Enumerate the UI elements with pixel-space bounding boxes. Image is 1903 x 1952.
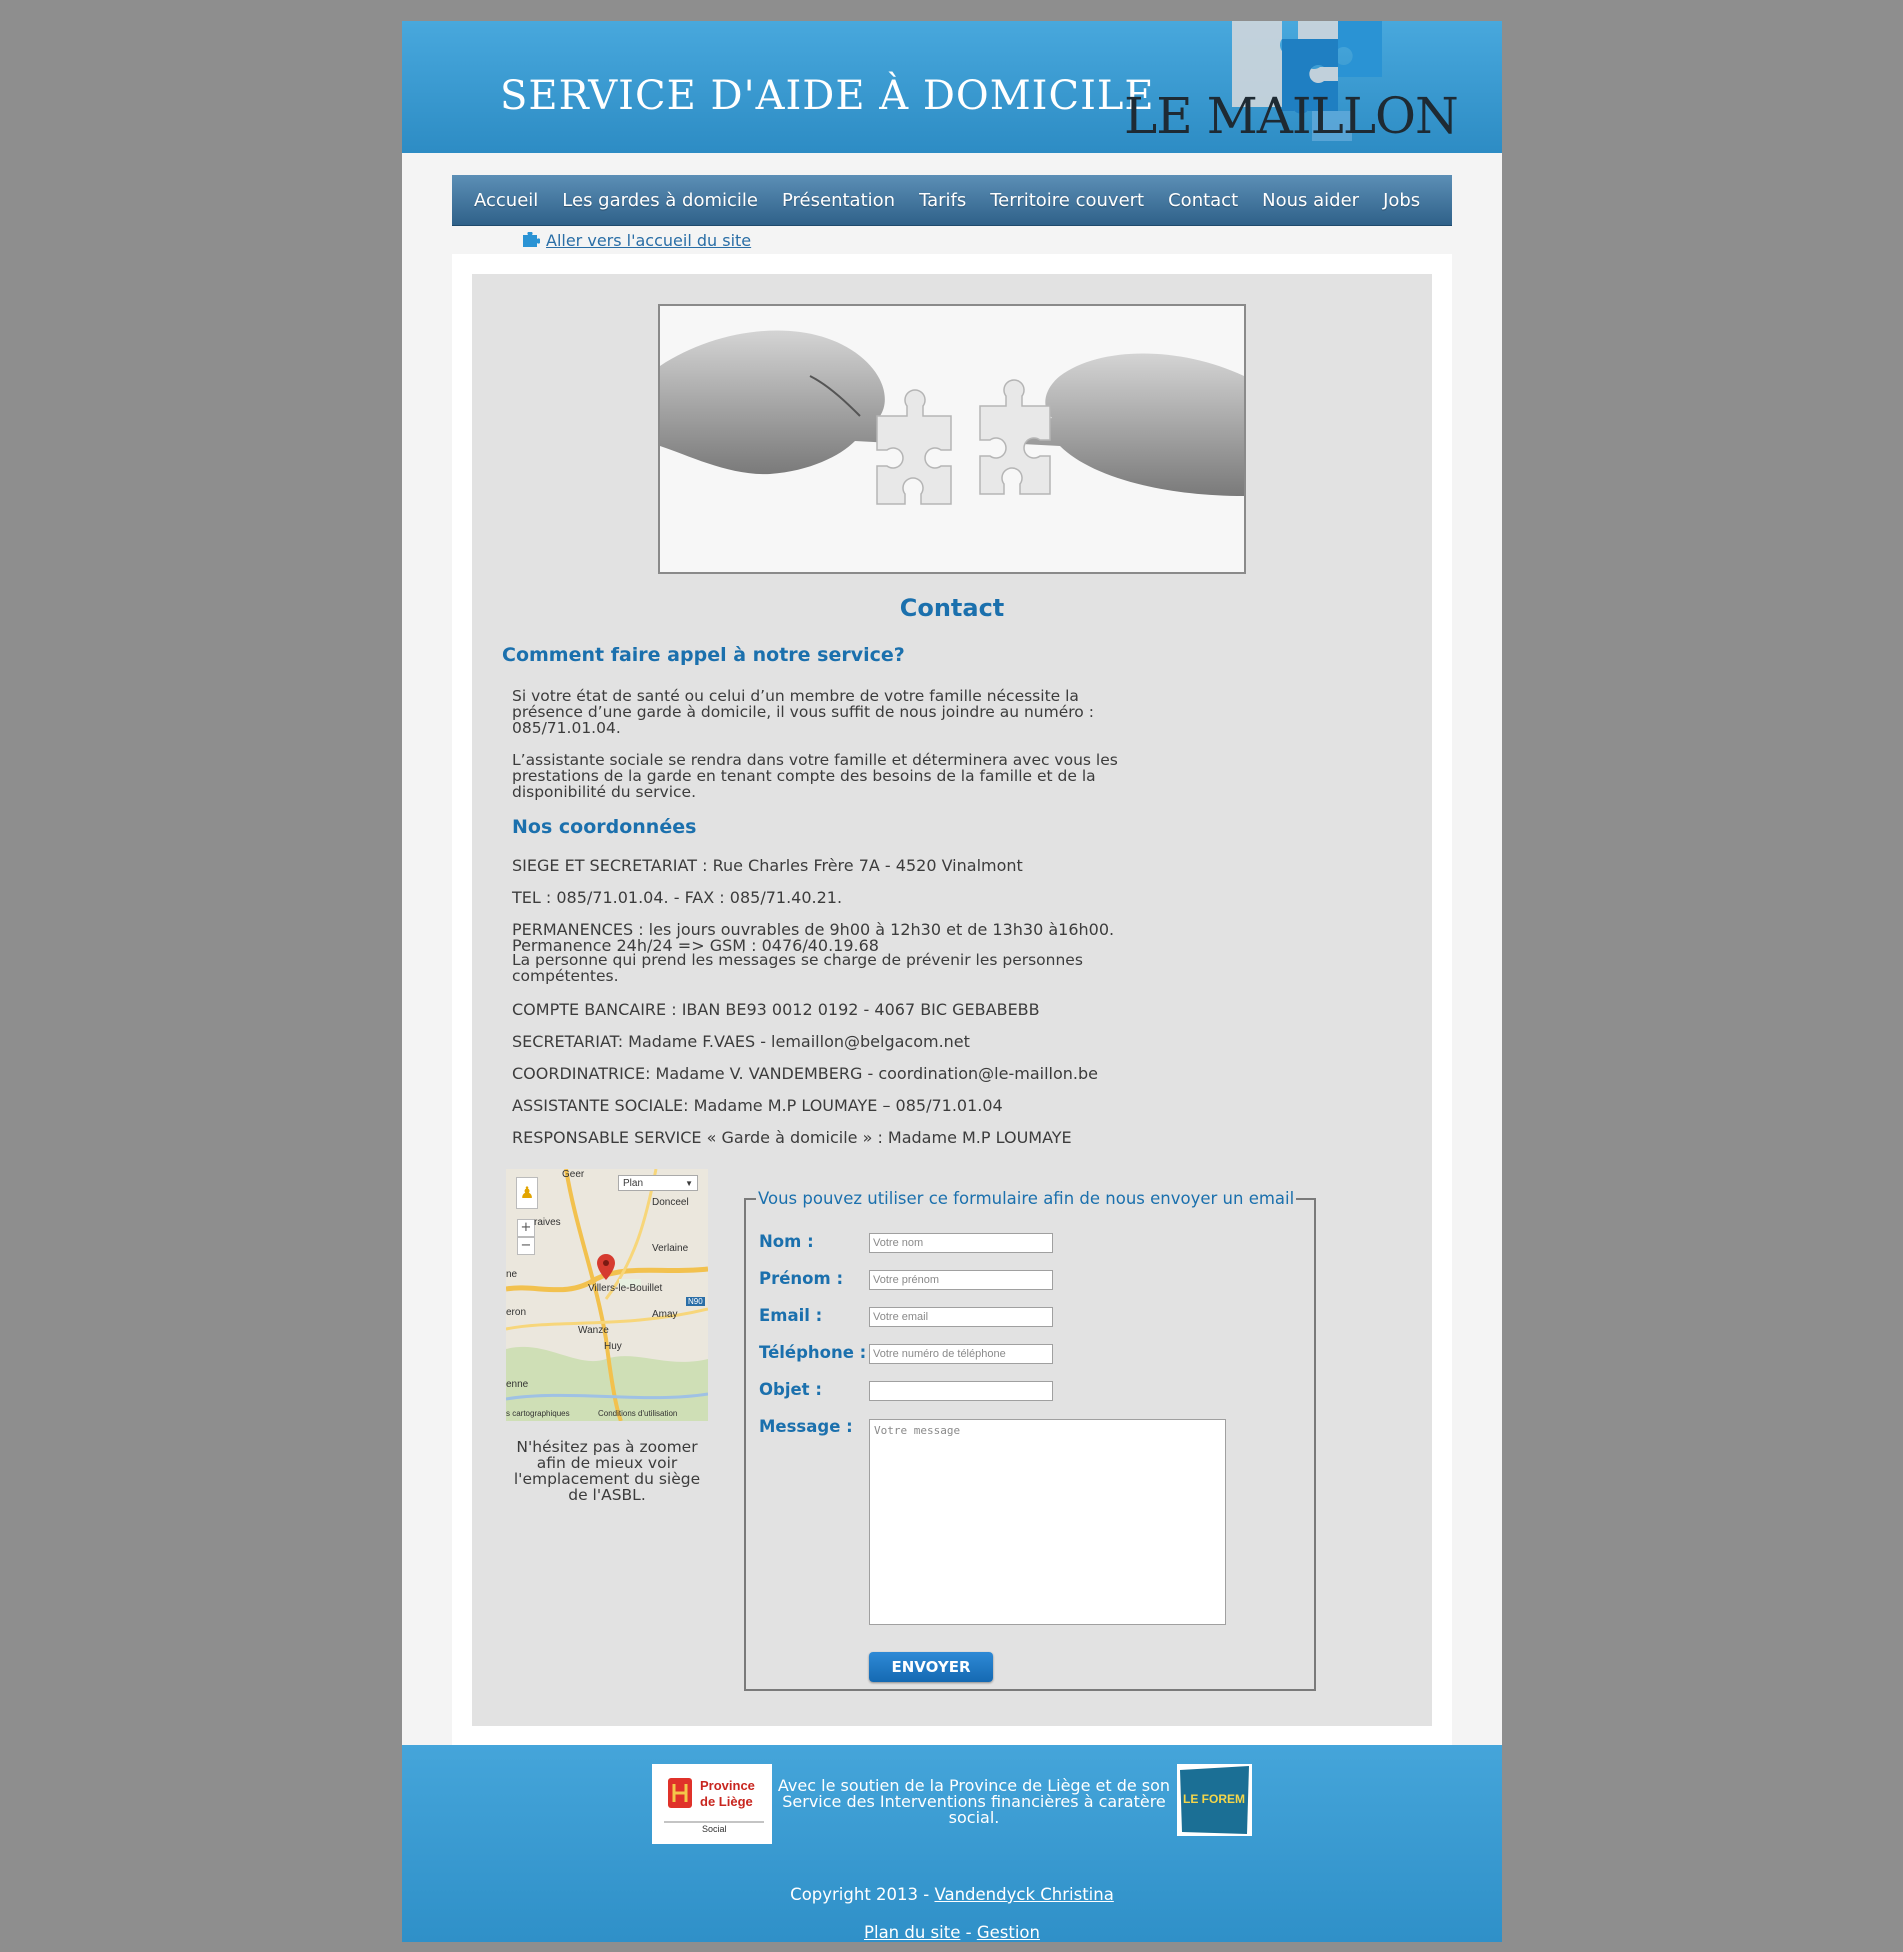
map-attribution: s cartographiques	[506, 1409, 570, 1418]
appeal-paragraph-1: Si votre état de santé ou celui d’un mem…	[512, 687, 1094, 737]
map-label: N90	[686, 1297, 705, 1306]
map-label: Amay	[652, 1309, 678, 1320]
telephone-label: Téléphone :	[759, 1343, 867, 1362]
zoom-in-button[interactable]: +	[517, 1219, 535, 1237]
logo-text: LE MAILLON	[1124, 87, 1459, 145]
copyright: Copyright 2013 - Vandendyck Christina	[402, 1885, 1502, 1904]
nom-label: Nom :	[759, 1232, 814, 1251]
province-logo-text-1: Province	[700, 1778, 755, 1793]
coordinatrice-line: COORDINATRICE: Madame V. VANDEMBERG - co…	[512, 1064, 1098, 1083]
site-title: SERVICE D'AIDE À DOMICILE	[500, 73, 1155, 119]
gestion-link[interactable]: Gestion	[977, 1923, 1040, 1942]
prenom-label: Prénom :	[759, 1269, 844, 1288]
send-button[interactable]: ENVOYER	[869, 1652, 993, 1682]
footer-separator: -	[960, 1923, 977, 1942]
map-label: Donceel	[652, 1197, 689, 1208]
appeal-paragraph-2: L’assistante sociale se rendra dans votr…	[512, 751, 1118, 801]
province-logo-text-3: Social	[702, 1824, 727, 1834]
location-map[interactable]: ♟ + − Plan ▼ Geer Donceel raives Verlain…	[506, 1169, 708, 1421]
map-label: Villers-le-Bouillet	[588, 1283, 663, 1294]
hands-puzzle-illustration	[660, 306, 1244, 572]
nav-item-contact[interactable]: Contact	[1156, 190, 1250, 211]
message-textarea[interactable]	[869, 1419, 1226, 1625]
sitemap-link[interactable]: Plan du site	[864, 1923, 960, 1942]
support-text: Avec le soutien de la Province de Liège …	[777, 1776, 1171, 1827]
nav-item-territoire[interactable]: Territoire couvert	[978, 190, 1156, 211]
email-field[interactable]	[869, 1307, 1053, 1327]
map-type-value: Plan	[623, 1178, 644, 1189]
site-header: SERVICE D'AIDE À DOMICILE LE MAILLON	[402, 21, 1502, 153]
author-link[interactable]: Vandendyck Christina	[934, 1885, 1113, 1904]
zoom-out-button[interactable]: −	[517, 1237, 535, 1255]
siege-line: SIEGE ET SECRETARIAT : Rue Charles Frère…	[512, 856, 1023, 875]
responsable-line: RESPONSABLE SERVICE « Garde à domicile »…	[512, 1128, 1072, 1147]
map-label: eron	[506, 1307, 527, 1318]
copyright-prefix: Copyright 2013 -	[790, 1885, 935, 1904]
coordinates-heading: Nos coordonnées	[512, 816, 697, 838]
appeal-heading: Comment faire appel à notre service?	[502, 644, 905, 666]
map-label: raives	[534, 1217, 561, 1228]
map-label: Wanze	[578, 1325, 609, 1336]
map-label: Verlaine	[652, 1243, 689, 1254]
form-legend: Vous pouvez utiliser ce formulaire afin …	[756, 1189, 1297, 1208]
nav-item-gardes[interactable]: Les gardes à domicile	[550, 190, 770, 211]
permanence-note: La personne qui prend les messages se ch…	[512, 951, 1083, 985]
email-label: Email :	[759, 1306, 823, 1325]
forem-logo-text: LE FOREM	[1183, 1792, 1245, 1806]
telephone-field[interactable]	[869, 1344, 1053, 1364]
compte-line: COMPTE BANCAIRE : IBAN BE93 0012 0192 - …	[512, 1000, 1040, 1019]
map-label: ne	[506, 1269, 518, 1280]
nav-item-tarifs[interactable]: Tarifs	[907, 190, 978, 211]
site-footer: Province de Liège Social Avec le soutien…	[402, 1745, 1502, 1942]
nav-item-jobs[interactable]: Jobs	[1371, 190, 1432, 211]
prenom-field[interactable]	[869, 1270, 1053, 1290]
province-liege-logo[interactable]: Province de Liège Social	[652, 1764, 772, 1844]
nav-item-presentation[interactable]: Présentation	[770, 190, 907, 211]
main-content: Contact Comment faire appel à notre serv…	[472, 274, 1432, 1726]
map-label: Geer	[562, 1169, 585, 1180]
map-terms-link[interactable]: Conditions d'utilisation	[598, 1409, 677, 1418]
chevron-down-icon: ▼	[685, 1179, 693, 1188]
objet-label: Objet :	[759, 1380, 822, 1399]
map-caption: N'hésitez pas à zoomer afin de mieux voi…	[513, 1438, 701, 1504]
assistante-line: ASSISTANTE SOCIALE: Madame M.P LOUMAYE –…	[512, 1096, 1003, 1115]
footer-links: Plan du site - Gestion	[402, 1923, 1502, 1942]
contact-form: Vous pouvez utiliser ce formulaire afin …	[744, 1189, 1316, 1691]
nav-item-nous-aider[interactable]: Nous aider	[1250, 190, 1371, 211]
forem-logo[interactable]: LE FOREM	[1177, 1764, 1252, 1836]
map-type-select[interactable]: Plan ▼	[618, 1175, 698, 1191]
home-link[interactable]: Aller vers l'accueil du site	[546, 231, 751, 250]
map-label: Huy	[604, 1341, 622, 1352]
page-wrapper: SERVICE D'AIDE À DOMICILE LE MAILLON Acc…	[402, 21, 1502, 1942]
secretariat-line: SECRETARIAT: Madame F.VAES - lemaillon@b…	[512, 1032, 970, 1051]
pegman-icon[interactable]: ♟	[516, 1177, 538, 1209]
province-logo-text-2: de Liège	[700, 1794, 753, 1809]
tel-line: TEL : 085/71.01.04. - FAX : 085/71.40.21…	[512, 888, 843, 907]
content-frame: Contact Comment faire appel à notre serv…	[452, 254, 1452, 1746]
page-title: Contact	[899, 594, 1005, 622]
objet-field[interactable]	[869, 1381, 1053, 1401]
home-link-row: Aller vers l'accueil du site	[522, 229, 751, 251]
hero-image	[658, 304, 1246, 574]
nav-item-accueil[interactable]: Accueil	[462, 190, 550, 211]
nom-field[interactable]	[869, 1233, 1053, 1253]
map-label: enne	[506, 1379, 529, 1390]
message-label: Message :	[759, 1417, 853, 1436]
main-nav: Accueil Les gardes à domicile Présentati…	[452, 175, 1452, 226]
puzzle-piece-icon	[523, 232, 540, 247]
